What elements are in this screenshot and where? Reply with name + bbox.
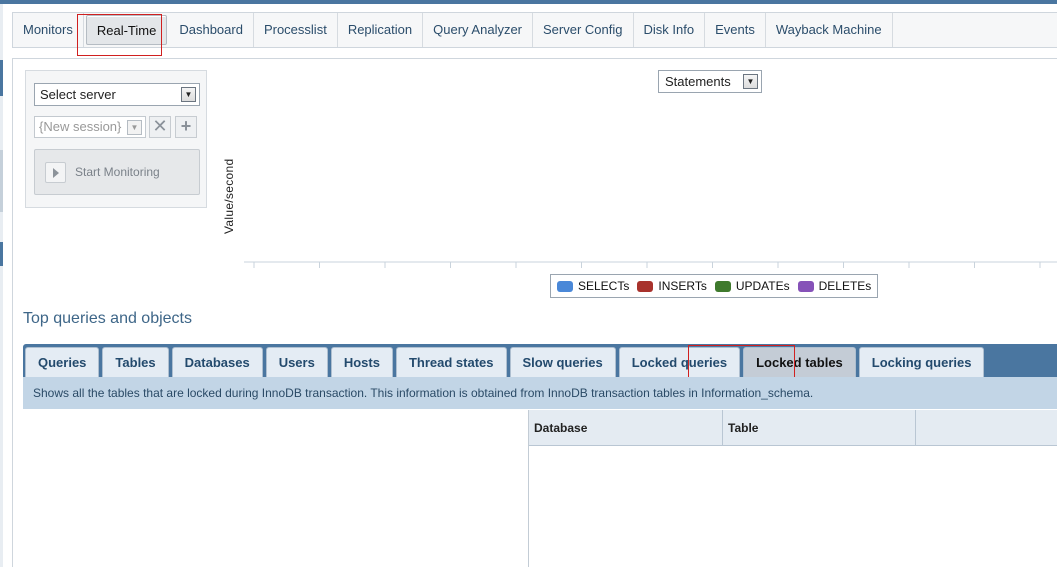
tab-locked-queries[interactable]: Locked queries <box>618 347 741 377</box>
section-title: Top queries and objects <box>23 310 192 327</box>
chevron-down-icon[interactable]: ▼ <box>181 87 196 102</box>
left-sidebar-marker <box>0 60 3 96</box>
nav-tab-events[interactable]: Events <box>705 13 766 47</box>
tab-users[interactable]: Users <box>265 347 328 377</box>
monitoring-control-panel: Select server ▼ {New session} ▼ ✕ + Star… <box>25 70 207 208</box>
legend-swatch <box>797 280 814 292</box>
left-sidebar-marker <box>0 242 3 266</box>
legend-swatch <box>637 280 654 292</box>
nav-tab-server-config[interactable]: Server Config <box>533 13 634 47</box>
legend-swatch <box>714 280 731 292</box>
session-select-value: {New session} <box>39 119 122 134</box>
start-monitoring-label: Start Monitoring <box>75 165 160 179</box>
chart-y-axis-label: Value/second <box>222 158 236 234</box>
locked-tables-grid-header: Database Table <box>529 410 1057 446</box>
tab-queries[interactable]: Queries <box>25 347 100 377</box>
session-select[interactable]: {New session} ▼ <box>34 116 146 138</box>
legend-label: SELECTs <box>578 279 630 293</box>
nav-tab-monitors[interactable]: Monitors <box>13 13 84 47</box>
nav-tab-replication[interactable]: Replication <box>338 13 424 47</box>
tab-hosts[interactable]: Hosts <box>330 347 393 377</box>
column-header-table[interactable]: Table <box>723 410 916 446</box>
metric-select[interactable]: Statements ▼ <box>658 70 762 93</box>
column-header-database[interactable]: Database <box>529 410 723 446</box>
legend-swatch <box>557 280 573 292</box>
server-select-value: Select server <box>40 87 116 102</box>
metric-select-value: Statements <box>665 74 731 89</box>
nav-tab-processlist[interactable]: Processlist <box>254 13 338 47</box>
left-results-pane <box>23 410 529 567</box>
chevron-down-icon[interactable]: ▼ <box>127 120 142 135</box>
legend-label: DELETEs <box>818 279 872 293</box>
delete-session-icon[interactable]: ✕ <box>149 116 171 138</box>
tab-locking-queries[interactable]: Locking queries <box>858 347 985 377</box>
legend-item-selects[interactable]: SELECTs <box>557 279 629 293</box>
play-icon <box>45 162 66 183</box>
tab-databases[interactable]: Databases <box>171 347 263 377</box>
nav-tab-real-time[interactable]: Real-Time <box>85 15 168 45</box>
nav-tab-query-analyzer[interactable]: Query Analyzer <box>423 13 534 47</box>
server-select[interactable]: Select server ▼ <box>34 83 200 106</box>
tab-slow-queries[interactable]: Slow queries <box>509 347 616 377</box>
start-monitoring-button[interactable]: Start Monitoring <box>34 149 200 195</box>
section-tabs: Queries Tables Databases Users Hosts Thr… <box>25 347 987 377</box>
nav-tab-disk-info[interactable]: Disk Info <box>634 13 706 47</box>
nav-tab-dashboard[interactable]: Dashboard <box>169 13 254 47</box>
top-accent-bar <box>0 0 1057 4</box>
main-nav: Monitors Real-Time Dashboard Processlist… <box>12 12 1057 48</box>
chart-legend: SELECTs INSERTs UPDATEs DELETEs <box>550 274 879 298</box>
legend-label: INSERTs <box>658 279 707 293</box>
nav-tab-wayback-machine[interactable]: Wayback Machine <box>766 13 893 47</box>
legend-item-deletes[interactable]: DELETEs <box>797 279 872 293</box>
legend-label: UPDATEs <box>735 279 790 293</box>
legend-item-updates[interactable]: UPDATEs <box>714 279 790 293</box>
realtime-chart <box>244 261 1057 268</box>
add-session-icon[interactable]: + <box>175 116 197 138</box>
locked-tables-grid-body <box>529 447 1057 567</box>
tab-thread-states[interactable]: Thread states <box>395 347 507 377</box>
left-sidebar-marker <box>0 150 3 212</box>
legend-item-inserts[interactable]: INSERTs <box>637 279 707 293</box>
tab-description: Shows all the tables that are locked dur… <box>23 377 1057 409</box>
tab-tables[interactable]: Tables <box>102 347 169 377</box>
chevron-down-icon[interactable]: ▼ <box>743 74 758 89</box>
tab-locked-tables[interactable]: Locked tables <box>743 347 856 377</box>
